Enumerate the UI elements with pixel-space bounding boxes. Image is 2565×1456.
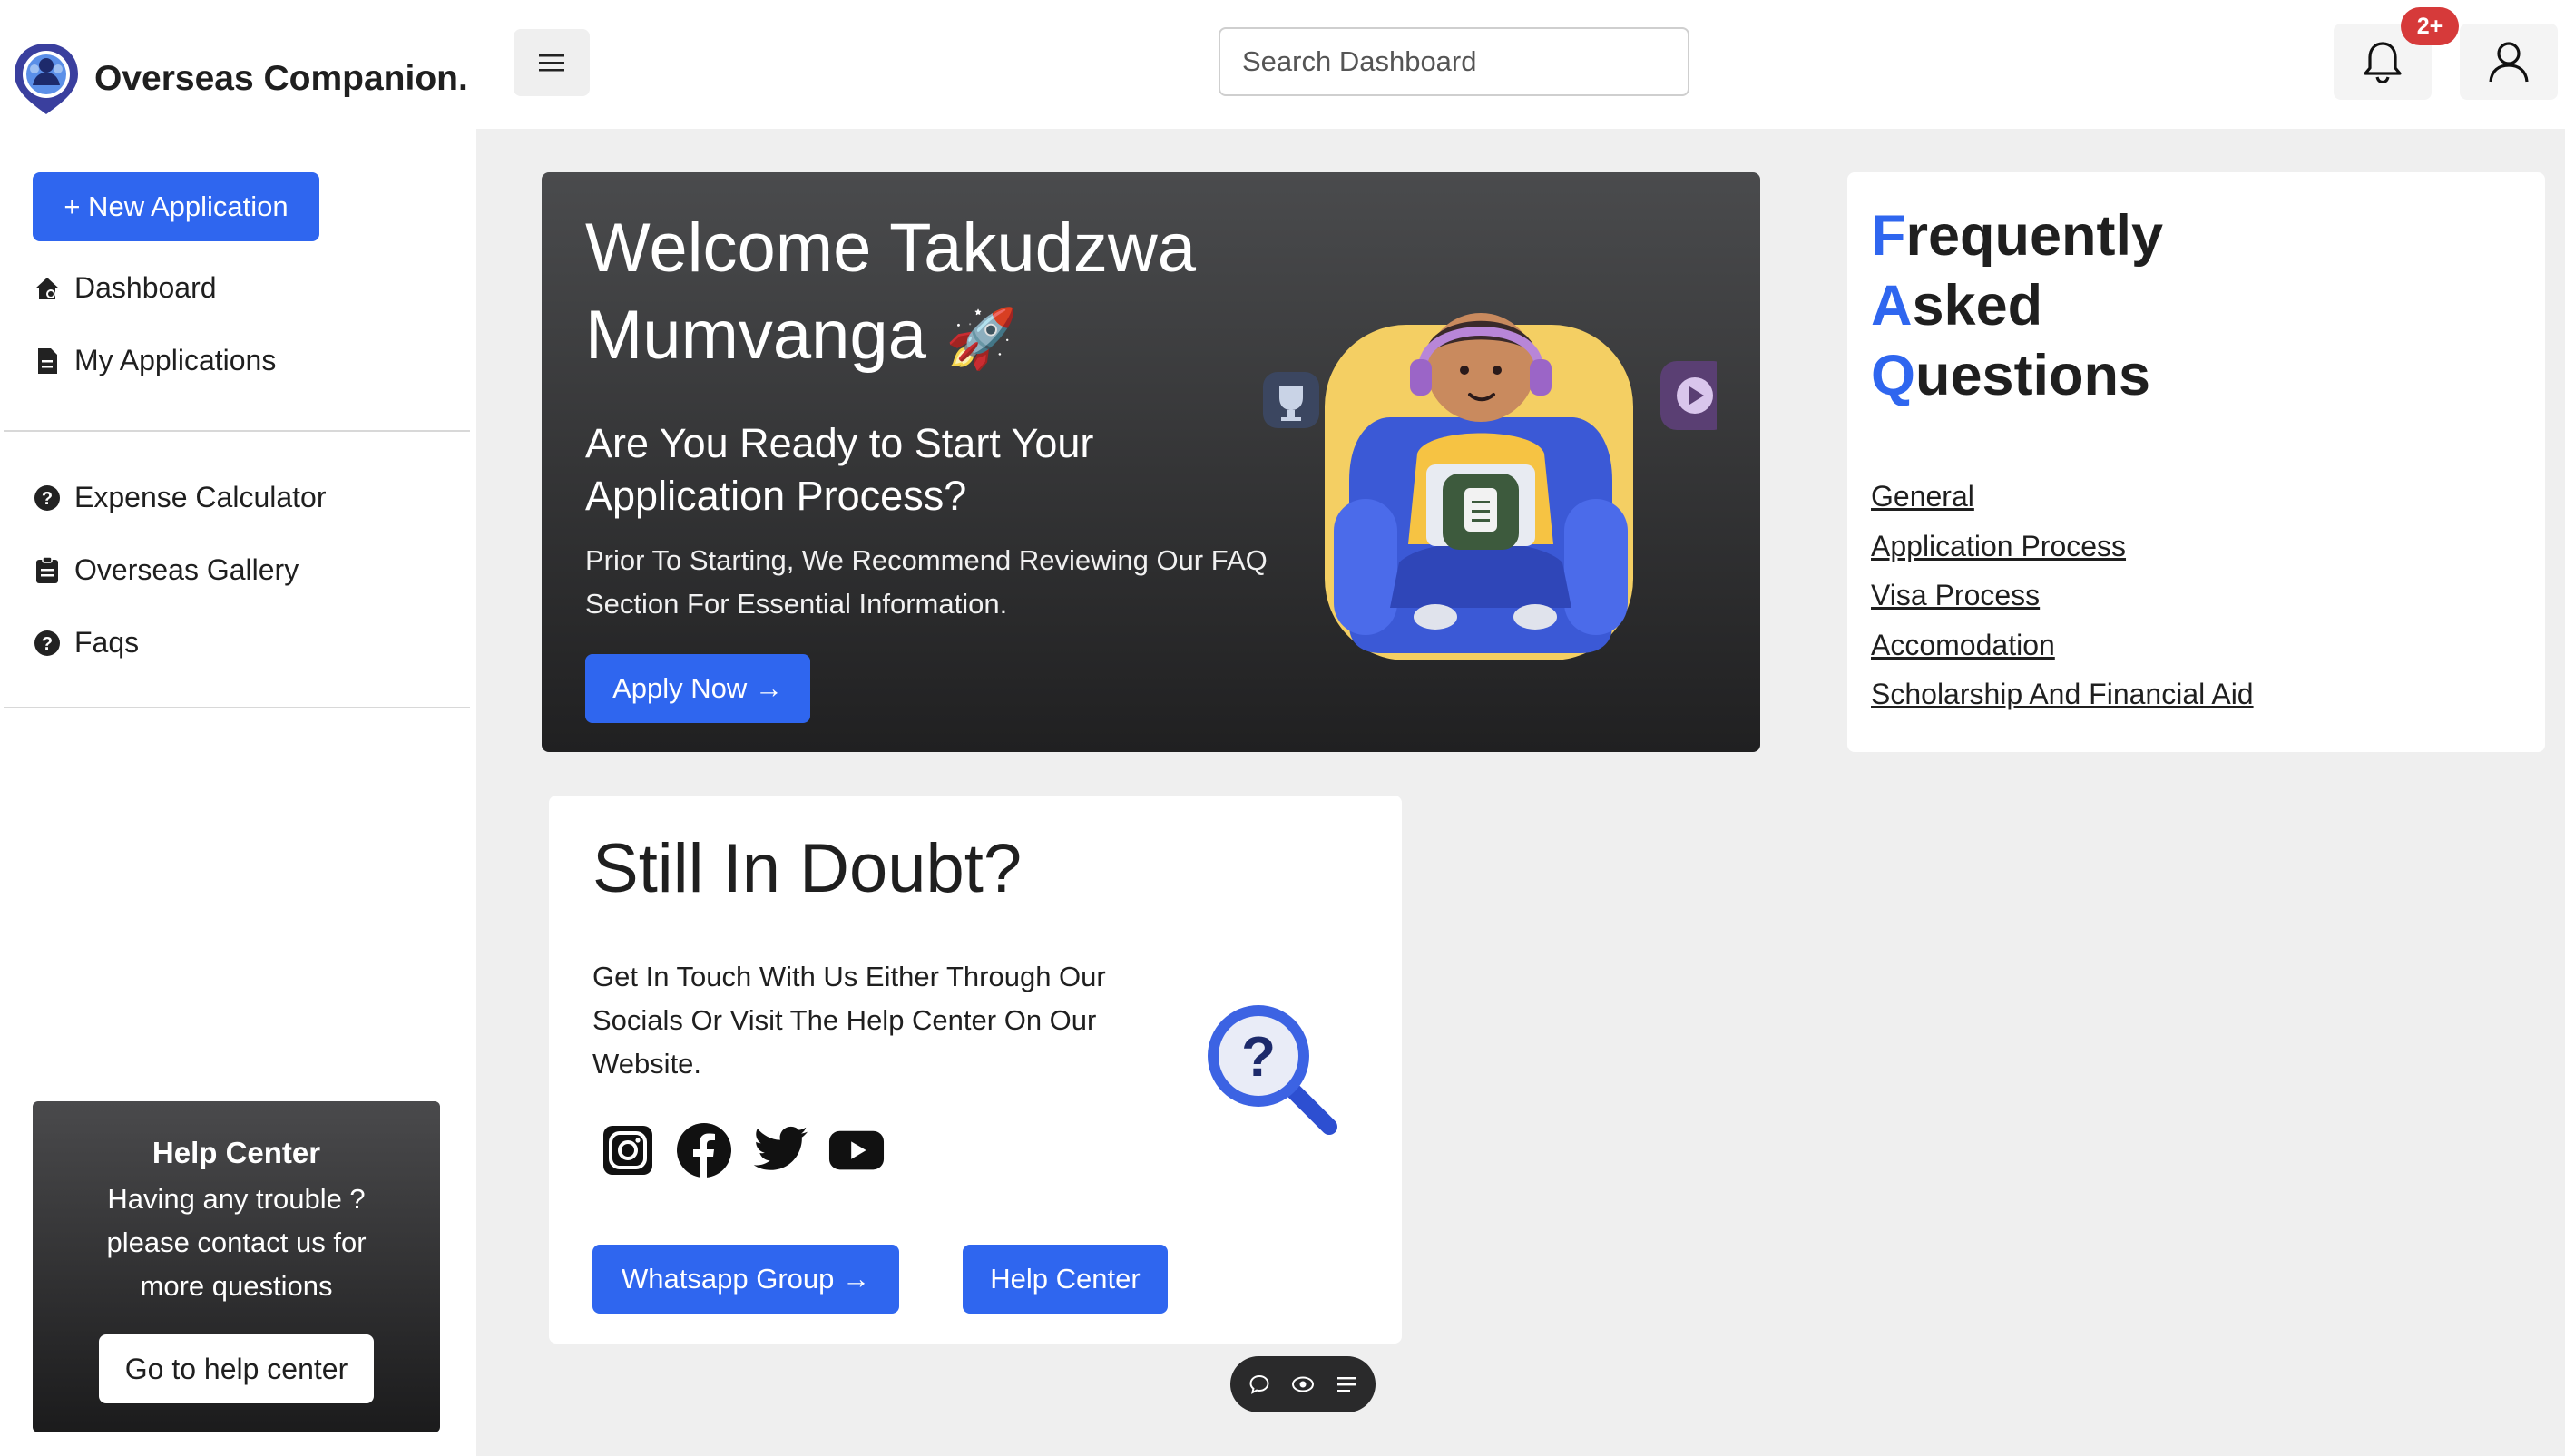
sidebar-item-label: Overseas Gallery xyxy=(74,553,299,586)
home-icon xyxy=(33,274,62,303)
faq-link-visa-process[interactable]: Visa Process xyxy=(1871,571,2254,621)
faq-heading-rest: requently xyxy=(1905,204,2164,268)
still-in-doubt-card: Still In Doubt? Get In Touch With Us Eit… xyxy=(549,796,1402,1344)
question-circle-icon: ? xyxy=(33,484,62,513)
instagram-icon[interactable] xyxy=(600,1122,656,1178)
apply-now-button[interactable]: Apply Now → xyxy=(585,654,810,723)
clipboard-icon xyxy=(33,556,62,585)
whatsapp-group-button[interactable]: Whatsapp Group → xyxy=(592,1245,899,1314)
sidebar-item-expense-calculator[interactable]: ? Expense Calculator xyxy=(33,481,326,514)
sidebar-divider xyxy=(4,430,470,432)
doubt-text: Get In Touch With Us Either Through Our … xyxy=(592,961,1106,1080)
sidebar-item-overseas-gallery[interactable]: Overseas Gallery xyxy=(33,553,299,587)
person-in-chair-illustration xyxy=(1263,313,1717,660)
faq-link-general[interactable]: General xyxy=(1871,472,2254,522)
faq-link-application-process[interactable]: Application Process xyxy=(1871,522,2254,572)
welcome-title-line1: Welcome Takudzwa xyxy=(585,210,1197,287)
welcome-subtitle: Are You Ready to Start Your Application … xyxy=(585,420,1094,519)
document-icon xyxy=(33,347,62,376)
magnifier-question-icon: ? xyxy=(1208,1005,1337,1135)
hamburger-icon xyxy=(539,54,564,72)
sidebar-item-label: My Applications xyxy=(74,344,277,376)
sidebar-item-dashboard[interactable]: Dashboard xyxy=(33,271,217,305)
welcome-title-line2: Mumvanga xyxy=(585,297,926,374)
faq-heading-line: Questions xyxy=(1871,341,2163,411)
welcome-title: Welcome Takudzwa Mumvanga 🚀 xyxy=(585,205,1311,382)
faq-links: General Application Process Visa Process… xyxy=(1871,472,2254,719)
twitter-icon[interactable] xyxy=(752,1122,808,1178)
help-center-card: Help Center Having any trouble ? please … xyxy=(33,1101,440,1432)
welcome-title-line2-wrap: Mumvanga 🚀 xyxy=(585,292,1311,382)
brand-name: Overseas Companion. xyxy=(94,59,468,98)
question-circle-icon: ? xyxy=(33,629,62,658)
sidebar-item-faqs[interactable]: ? Faqs xyxy=(33,626,139,660)
list-menu-icon[interactable] xyxy=(1332,1370,1361,1399)
svg-text:?: ? xyxy=(42,634,53,654)
chat-bubble-icon[interactable] xyxy=(1245,1370,1274,1399)
profile-button[interactable] xyxy=(2460,24,2558,100)
sidebar: + New Application Dashboard My Applicati… xyxy=(0,129,476,1456)
facebook-icon[interactable] xyxy=(676,1122,732,1178)
faq-heading-initial: F xyxy=(1871,204,1906,268)
new-application-button[interactable]: + New Application xyxy=(33,172,319,241)
faq-heading-line: Asked xyxy=(1871,271,2163,341)
help-center-text: Having any trouble ? please contact us f… xyxy=(106,1183,367,1302)
doubt-title: Still In Doubt? xyxy=(592,830,1023,907)
svg-text:?: ? xyxy=(1241,1026,1276,1089)
top-header: Overseas Companion. 2+ xyxy=(0,0,2565,129)
sidebar-item-label: Faqs xyxy=(74,626,140,659)
social-links xyxy=(600,1122,885,1178)
faq-heading: Frequently Asked Questions xyxy=(1871,201,2163,411)
eye-icon[interactable] xyxy=(1288,1370,1317,1399)
rocket-emoji: 🚀 xyxy=(945,306,1018,371)
faq-card: Frequently Asked Questions General Appli… xyxy=(1847,172,2545,752)
sidebar-item-label: Expense Calculator xyxy=(74,481,327,513)
faq-heading-rest: sked xyxy=(1912,274,2043,337)
menu-toggle-button[interactable] xyxy=(514,29,590,96)
logo-icon xyxy=(15,44,78,114)
floating-toolbar xyxy=(1230,1356,1376,1412)
help-center-button[interactable]: Help Center xyxy=(963,1245,1168,1314)
faq-heading-initial: Q xyxy=(1871,344,1916,407)
user-icon xyxy=(2489,42,2529,83)
faq-heading-line: Frequently xyxy=(1871,201,2163,271)
notification-badge: 2+ xyxy=(2401,7,2459,45)
sidebar-item-label: Dashboard xyxy=(74,271,217,304)
sidebar-item-my-applications[interactable]: My Applications xyxy=(33,344,276,377)
bell-icon xyxy=(2364,42,2402,83)
welcome-description: Prior To Starting, We Recommend Reviewin… xyxy=(585,544,1268,620)
faq-heading-rest: uestions xyxy=(1915,344,2151,407)
youtube-icon[interactable] xyxy=(828,1122,885,1178)
svg-text:?: ? xyxy=(42,489,53,509)
welcome-card: Welcome Takudzwa Mumvanga 🚀 Are You Read… xyxy=(542,172,1760,752)
faq-link-accomodation[interactable]: Accomodation xyxy=(1871,621,2254,670)
faq-link-scholarship[interactable]: Scholarship And Financial Aid xyxy=(1871,669,2254,719)
brand[interactable]: Overseas Companion. xyxy=(13,42,468,116)
sidebar-divider xyxy=(4,707,470,708)
search-input[interactable] xyxy=(1219,27,1689,96)
faq-heading-initial: A xyxy=(1871,274,1913,337)
help-center-title: Help Center xyxy=(152,1136,321,1169)
go-to-help-center-button[interactable]: Go to help center xyxy=(99,1334,374,1403)
